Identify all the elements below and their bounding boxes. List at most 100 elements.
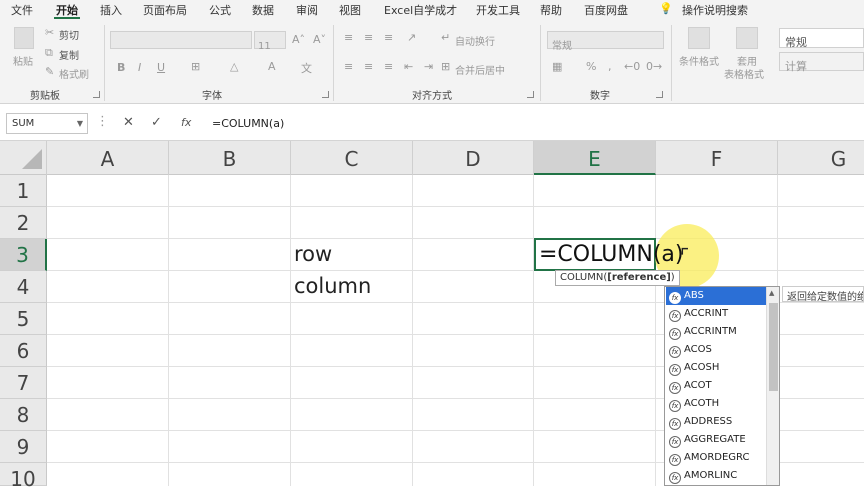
align-left-icon[interactable]: ≡ <box>344 60 353 73</box>
accounting-format-icon[interactable]: ▦ <box>552 60 562 73</box>
autocomplete-scrollbar[interactable]: ▲ <box>766 287 779 485</box>
tab-formulas[interactable]: 公式 <box>209 2 231 18</box>
clipboard-launcher-icon[interactable] <box>93 91 100 98</box>
scroll-up-icon[interactable]: ▲ <box>769 289 774 297</box>
autocomplete-item-accrintm[interactable]: fx ACCRINTM <box>666 323 767 341</box>
shrink-font-icon[interactable]: A˅ <box>313 33 326 46</box>
formula-input[interactable]: =COLUMN(a) <box>206 113 858 134</box>
autocomplete-item-abs[interactable]: fx ABS <box>666 287 767 305</box>
column-header-g[interactable]: G <box>778 141 864 175</box>
tab-excel-self-study[interactable]: Excel自学成才 <box>384 2 457 18</box>
comma-button[interactable]: , <box>608 60 612 73</box>
autocomplete-item-address[interactable]: fx ADDRESS <box>666 413 767 431</box>
align-top-icon[interactable]: ≡ <box>344 31 353 44</box>
active-cell-content[interactable]: =COLUMN(a) <box>539 242 683 267</box>
wrap-text-button[interactable]: 自动换行 <box>455 33 495 48</box>
font-color-icon[interactable]: A <box>268 60 276 73</box>
tab-page-layout[interactable]: 页面布局 <box>143 2 187 18</box>
percent-button[interactable]: % <box>586 60 596 73</box>
autocomplete-item-accrint[interactable]: fx ACCRINT <box>666 305 767 323</box>
tab-developer[interactable]: 开发工具 <box>476 2 520 18</box>
cell-style-calculation[interactable]: 计算 <box>779 52 864 73</box>
row-header-9[interactable]: 9 <box>0 431 47 463</box>
merge-center-icon[interactable]: ⊞ <box>441 60 450 73</box>
cell-style-normal[interactable]: 常规 <box>779 28 864 49</box>
italic-button[interactable]: I <box>138 61 141 74</box>
autocomplete-item-acot[interactable]: fx ACOT <box>666 377 767 395</box>
copy-button[interactable]: 复制 <box>59 47 79 62</box>
autocomplete-item-acoth[interactable]: fx ACOTH <box>666 395 767 413</box>
tab-review[interactable]: 审阅 <box>296 2 318 18</box>
column-header-b[interactable]: B <box>169 141 291 175</box>
cancel-button[interactable]: ✕ <box>123 115 134 130</box>
bold-button[interactable]: B <box>117 61 125 74</box>
autocomplete-item-aggregate[interactable]: fx AGGREGATE <box>666 431 767 449</box>
tab-view[interactable]: 视图 <box>339 2 361 18</box>
number-launcher-icon[interactable] <box>656 91 663 98</box>
font-launcher-icon[interactable] <box>322 91 329 98</box>
tab-baidu-netdisk[interactable]: 百度网盘 <box>584 2 628 18</box>
underline-button[interactable]: U <box>157 61 165 74</box>
autocomplete-item-acosh[interactable]: fx ACOSH <box>666 359 767 377</box>
alignment-launcher-icon[interactable] <box>527 91 534 98</box>
name-box-value: SUM <box>12 118 35 129</box>
enter-button[interactable]: ✓ <box>151 115 162 130</box>
align-bottom-icon[interactable]: ≡ <box>384 31 393 44</box>
tab-data[interactable]: 数据 <box>252 2 274 18</box>
align-right-icon[interactable]: ≡ <box>384 60 393 73</box>
fill-color-icon[interactable]: △ <box>230 60 238 73</box>
autocomplete-item-amordegrc[interactable]: fx AMORDEGRC <box>666 449 767 467</box>
tooltip-function[interactable]: COLUMN( <box>560 272 607 283</box>
decrease-decimal-icon[interactable]: 0→ <box>646 60 662 73</box>
merge-center-button[interactable]: 合并后居中 <box>455 62 505 77</box>
decrease-indent-icon[interactable]: ⇤ <box>404 60 413 73</box>
cell-c4[interactable]: column <box>294 274 371 298</box>
cut-button[interactable]: 剪切 <box>59 27 79 42</box>
column-header-a[interactable]: A <box>47 141 169 175</box>
cell-c3[interactable]: row <box>294 242 332 266</box>
row-header-6[interactable]: 6 <box>0 335 47 367</box>
font-size-dropdown[interactable]: 11 <box>254 31 286 52</box>
font-size-value: 11 <box>258 41 271 52</box>
column-header-c[interactable]: C <box>291 141 413 175</box>
align-center-icon[interactable]: ≡ <box>364 60 373 73</box>
format-painter-button[interactable]: 格式刷 <box>59 66 89 81</box>
align-middle-icon[interactable]: ≡ <box>364 31 373 44</box>
format-as-table-line2[interactable]: 表格格式 <box>724 66 764 81</box>
row-header-4[interactable]: 4 <box>0 271 47 303</box>
row-header-7[interactable]: 7 <box>0 367 47 399</box>
autocomplete-item-acos[interactable]: fx ACOS <box>666 341 767 359</box>
grow-font-icon[interactable]: A˄ <box>292 33 305 46</box>
increase-decimal-icon[interactable]: ←0 <box>624 60 640 73</box>
increase-indent-icon[interactable]: ⇥ <box>424 60 433 73</box>
paste-button[interactable]: 粘贴 <box>13 53 33 68</box>
row-header-10[interactable]: 10 <box>0 463 47 491</box>
tooltip-argument[interactable]: [reference] <box>607 272 671 283</box>
row-header-2[interactable]: 2 <box>0 207 47 239</box>
autocomplete-item-amorlinc[interactable]: fx AMORLINC <box>666 467 767 485</box>
column-header-e[interactable]: E <box>534 141 656 175</box>
row-header-1[interactable]: 1 <box>0 175 47 207</box>
scrollbar-thumb[interactable] <box>769 303 778 391</box>
insert-function-button[interactable]: fx <box>181 116 191 129</box>
tab-help[interactable]: 帮助 <box>540 2 562 18</box>
name-box[interactable]: SUM ▼ <box>6 113 88 134</box>
tab-insert[interactable]: 插入 <box>100 2 122 18</box>
row-header-5[interactable]: 5 <box>0 303 47 335</box>
row-header-3[interactable]: 3 <box>0 239 47 271</box>
number-format-dropdown[interactable]: 常规 <box>547 31 664 52</box>
phonetic-icon[interactable]: 文 <box>301 60 312 76</box>
font-name-dropdown[interactable] <box>110 31 252 49</box>
conditional-format-button[interactable]: 条件格式 <box>679 53 719 68</box>
column-header-d[interactable]: D <box>413 141 534 175</box>
borders-icon[interactable]: ⊞ <box>191 60 200 73</box>
orientation-icon[interactable]: ↗ <box>407 31 416 44</box>
column-header-f[interactable]: F <box>656 141 778 175</box>
select-all-button[interactable] <box>0 141 47 175</box>
tab-home[interactable]: 开始 <box>56 2 78 18</box>
wrap-text-icon[interactable]: ↵ <box>441 31 450 44</box>
row-header-8[interactable]: 8 <box>0 399 47 431</box>
tab-file[interactable]: 文件 <box>11 2 33 18</box>
tell-me-search[interactable]: 操作说明搜索 <box>682 2 748 18</box>
ribbon: 粘贴 ✂ 剪切 ⧉ 复制 ✎ 格式刷 剪贴板 11 A˄ A˅ B I U ⊞ … <box>0 19 864 104</box>
